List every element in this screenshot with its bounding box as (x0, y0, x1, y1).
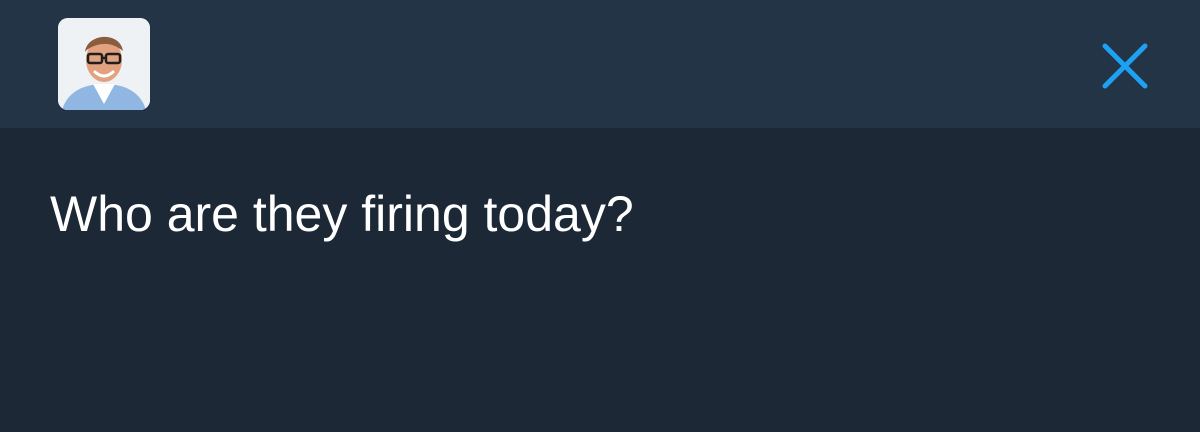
compose-screen: Who are they firing today? (0, 0, 1200, 432)
close-button[interactable] (1098, 39, 1152, 93)
avatar[interactable] (58, 18, 150, 110)
profile-photo-icon (58, 18, 150, 110)
tweet-text[interactable]: Who are they firing today? (50, 178, 1150, 250)
compose-header (0, 0, 1200, 128)
close-icon (1102, 43, 1148, 89)
